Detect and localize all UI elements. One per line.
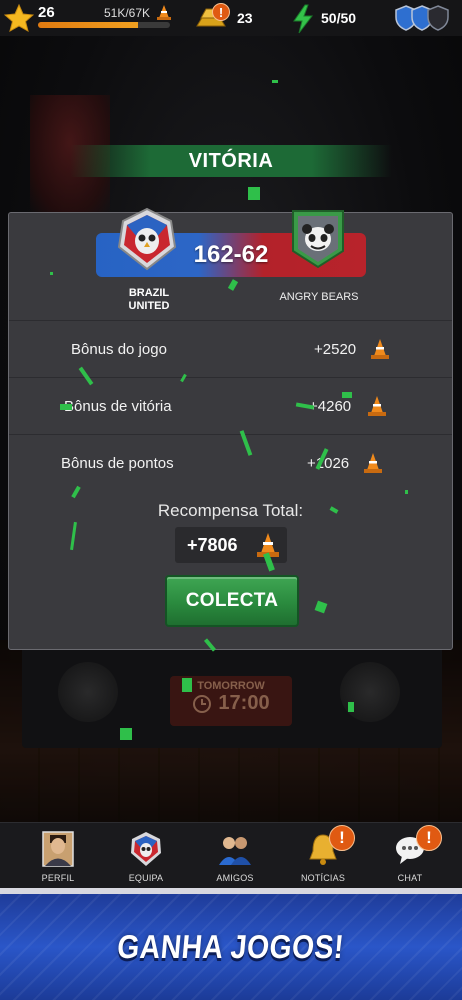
home-team-emblem-icon [117, 207, 177, 271]
nav-label: PERFIL [41, 873, 75, 883]
bonus-row-victory: Bônus de vitória +4260 [9, 377, 452, 434]
team-emblem-icon [131, 832, 161, 866]
top-status-bar: 26 51K/67K ! 23 50/50 [0, 0, 462, 36]
nav-item-team[interactable]: EQUIPA [106, 823, 186, 889]
nav-item-chat[interactable]: ! CHAT [370, 823, 450, 889]
total-reward-value: +7806 [187, 535, 238, 555]
away-emblem-background-icon [340, 662, 400, 722]
score-separator: - [233, 241, 242, 268]
nav-item-news[interactable]: ! NOTÍCIAS [283, 823, 363, 889]
confetti [182, 678, 192, 692]
nav-label: AMIGOS [216, 873, 254, 883]
next-match-time: 17:00 [218, 692, 270, 714]
total-reward-label: Recompensa Total: [157, 501, 304, 520]
confetti [272, 80, 278, 83]
nav-label: EQUIPA [128, 873, 164, 883]
confetti [120, 728, 132, 740]
bonus-row-game: Bônus do jogo +2520 [9, 320, 452, 377]
bonus-label: Bônus do jogo [71, 341, 167, 358]
confetti [405, 490, 408, 494]
confetti [50, 272, 53, 275]
confetti [342, 392, 352, 398]
news-alert-icon: ! [329, 825, 355, 851]
bonus-label: Bônus de pontos [61, 455, 174, 472]
bonus-label: Bônus de vitória [64, 398, 172, 415]
confetti [60, 404, 72, 410]
friends-icon [219, 837, 251, 865]
victory-banner: VITÓRIA [70, 145, 392, 177]
bonus-value: +1026 [307, 455, 350, 472]
cone-icon [364, 453, 382, 473]
bonus-row-points: Bônus de pontos +1026 [9, 434, 452, 491]
bottom-navigation: PERFIL EQUIPA AMIGOS ! NOTÍCIAS ! CHAT [0, 822, 462, 888]
shield-empty-icon [427, 5, 449, 31]
energy-count: 50/50 [321, 10, 357, 26]
cone-icon [157, 5, 171, 20]
nav-item-profile[interactable]: PERFIL [18, 823, 98, 889]
player-level: 26 [38, 4, 55, 21]
bonus-value: +2520 [314, 341, 357, 358]
xp-progress-text: 51K/67K [104, 6, 151, 20]
confetti [248, 187, 260, 200]
energy-bolt-icon [293, 4, 314, 34]
gold-count: 23 [237, 10, 253, 26]
clock-icon [193, 694, 212, 713]
gold-alert-icon[interactable]: ! [212, 3, 230, 21]
nav-label: CHAT [397, 873, 423, 883]
shields-group[interactable] [395, 5, 449, 31]
home-team-name: BRAZIL UNITED [128, 287, 170, 312]
cone-icon [368, 396, 386, 416]
xp-progress-fill [38, 22, 139, 28]
home-score: 162 [193, 241, 234, 268]
nav-label: NOTÍCIAS [300, 873, 346, 883]
away-team-emblem-icon [292, 210, 344, 269]
away-score: 62 [241, 241, 269, 268]
confetti [348, 702, 354, 712]
promo-banner: GANHA JOGOS! [0, 888, 462, 1000]
star-level-icon [4, 3, 34, 33]
chat-alert-icon: ! [416, 825, 442, 851]
match-result-panel: 162-62 BRAZIL UNITED ANGRY BEARS Bônus d… [8, 207, 453, 650]
nav-item-friends[interactable]: AMIGOS [195, 823, 275, 889]
bonus-value: +4260 [309, 398, 352, 415]
promo-text: GANHA JOGOS! [116, 928, 346, 965]
collect-button[interactable]: COLECTA [165, 575, 299, 627]
profile-avatar-icon [42, 831, 74, 867]
home-emblem-background-icon [58, 662, 118, 722]
victory-title: VITÓRIA [188, 149, 274, 172]
away-team-name: ANGRY BEARS [279, 291, 359, 303]
xp-progress-bar [38, 22, 170, 28]
cone-icon [371, 339, 389, 359]
